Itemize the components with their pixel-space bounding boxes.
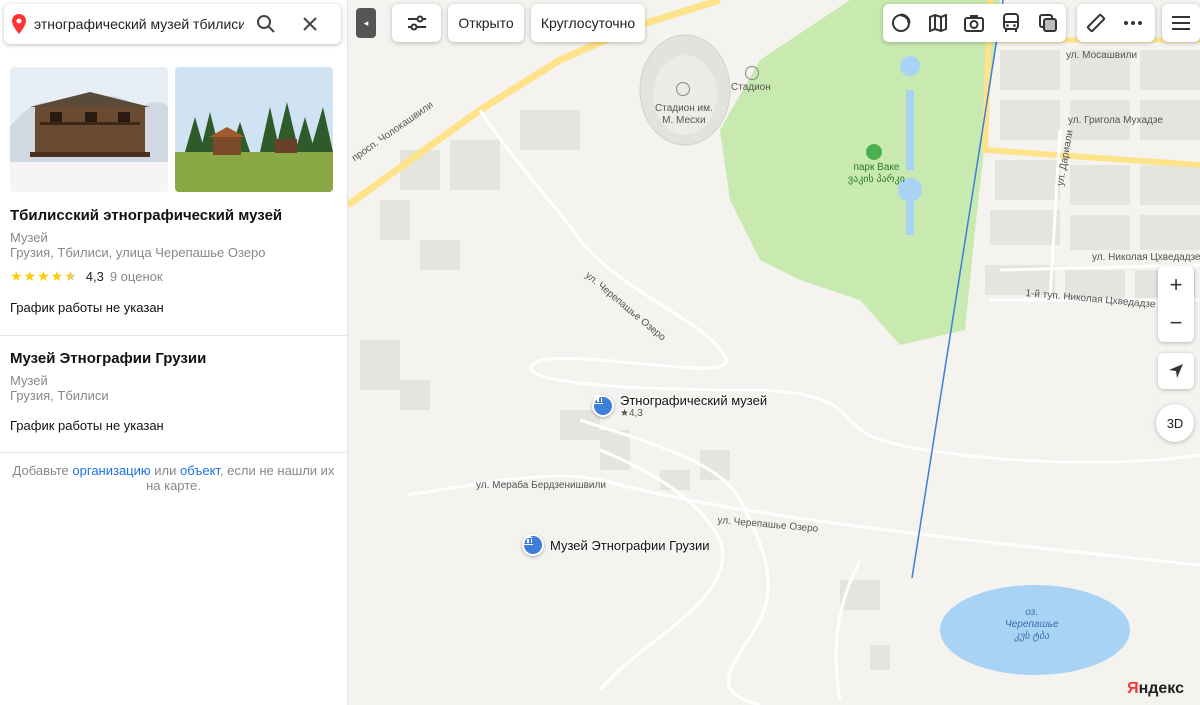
stadium-icon: [745, 66, 759, 80]
transit-button[interactable]: [993, 4, 1030, 42]
zoom-in-button[interactable]: +: [1158, 266, 1194, 304]
bus-icon: [1003, 13, 1020, 32]
rating-count[interactable]: 9 оценок: [110, 269, 163, 284]
canal: [906, 90, 914, 170]
result-address: Грузия, Тбилиси, улица Черепашье Озеро: [10, 245, 266, 260]
add-hint: Добавьте организацию или объект, если не…: [0, 463, 347, 493]
photo-gallery: [10, 67, 333, 192]
pond: [900, 56, 920, 76]
street-label: ул. Николая Цхведадзе: [1092, 252, 1200, 263]
lake-label: оз. Черепашье კუს ტბა: [1005, 607, 1059, 642]
search-input[interactable]: [34, 16, 244, 32]
add-hint-text: или: [150, 463, 180, 478]
map-tools-toolbar: [1077, 4, 1155, 42]
museum-icon: [592, 394, 614, 417]
result-category: Музей: [10, 373, 48, 388]
result-hours: График работы не указан: [10, 418, 164, 433]
photos-button[interactable]: [956, 4, 993, 42]
park-icon: [866, 144, 882, 160]
zoom-out-button[interactable]: −: [1158, 304, 1194, 342]
circle-mode-icon: [892, 13, 911, 32]
result-title[interactable]: Тбилисский этнографический музей: [10, 207, 340, 224]
rating: ★★★★★ 4,3 9 оценок: [10, 268, 340, 285]
search-icon: [257, 15, 275, 33]
layer-mode-button[interactable]: [883, 4, 920, 42]
museum-photo[interactable]: [175, 67, 333, 192]
result-title[interactable]: Музей Этнографии Грузии: [10, 350, 340, 367]
3d-button[interactable]: 3D: [1156, 404, 1194, 442]
layers-icon: [1038, 14, 1057, 32]
poi-title: Музей Этнографии Грузии: [550, 537, 710, 553]
star-rating-icon: ★★★★★: [10, 268, 78, 284]
result-item[interactable]: Музей Этнографии Грузии Музей Грузия, Тб…: [10, 350, 340, 433]
geolocation-button[interactable]: [1158, 353, 1194, 389]
filter-24h[interactable]: Круглосуточно: [531, 4, 645, 42]
map-layers-toolbar: [883, 4, 1066, 42]
rating-value: 4,3: [85, 269, 104, 284]
poi-ethnographic-museum[interactable]: Этнографический музей ★4,3: [592, 393, 767, 419]
park-label: парк Ваке ვაკის პარკი: [848, 162, 905, 185]
add-hint-text: Добавьте: [12, 463, 73, 478]
layers-button[interactable]: [1029, 4, 1066, 42]
poi-rating: ★4,3: [620, 408, 643, 419]
poi-title: Этнографический музей: [620, 393, 768, 408]
filters-button[interactable]: [392, 4, 441, 42]
yandex-logo: Яндекс: [1127, 680, 1184, 697]
filter-open-now[interactable]: Открыто: [448, 4, 524, 42]
result-address: Грузия, Тбилиси: [10, 388, 109, 403]
search-results-panel: Тбилисский этнографический музей Музей Г…: [0, 0, 348, 705]
search-bar: [4, 4, 341, 44]
result-item[interactable]: Тбилисский этнографический музей Музей Г…: [10, 207, 340, 315]
stadium2-label: Стадион: [731, 82, 771, 93]
poi-georgia-ethnography-museum[interactable]: Музей Этнографии Грузии: [522, 534, 710, 556]
result-hours: График работы не указан: [10, 300, 164, 315]
zoom-control: + −: [1158, 266, 1194, 342]
collapse-panel-button[interactable]: ◂: [356, 8, 376, 38]
hamburger-icon: [1172, 16, 1190, 30]
add-object-link[interactable]: объект: [180, 463, 220, 478]
close-icon: [303, 17, 317, 31]
museum-icon: [522, 534, 544, 556]
divider: [0, 335, 347, 336]
filters-icon: [407, 15, 426, 31]
canal: [906, 200, 914, 235]
ruler-button[interactable]: [1077, 4, 1114, 42]
stadium-label: Стадион им. М. Месхи: [655, 103, 713, 126]
street-label: ул. Мераба Бердзенишвили: [476, 480, 606, 491]
search-button[interactable]: [244, 4, 288, 44]
menu-button[interactable]: [1162, 4, 1200, 42]
result-category: Музей: [10, 230, 48, 245]
camera-icon: [964, 15, 985, 32]
location-arrow-icon: [1169, 364, 1183, 378]
street-label: ул. Мосашвили: [1066, 50, 1138, 61]
museum-photo[interactable]: [10, 67, 168, 192]
more-icon: [1123, 21, 1142, 25]
ruler-icon: [1086, 13, 1105, 33]
location-pin-icon: [4, 14, 34, 34]
panorama-icon: [928, 14, 947, 32]
add-organization-link[interactable]: организацию: [72, 463, 150, 478]
panorama-button[interactable]: [920, 4, 957, 42]
divider: [0, 452, 347, 453]
stadium-icon: [676, 82, 690, 96]
clear-button[interactable]: [288, 4, 332, 44]
street-label: ул. Григола Мухадзе: [1068, 115, 1163, 126]
more-button[interactable]: [1114, 4, 1151, 42]
